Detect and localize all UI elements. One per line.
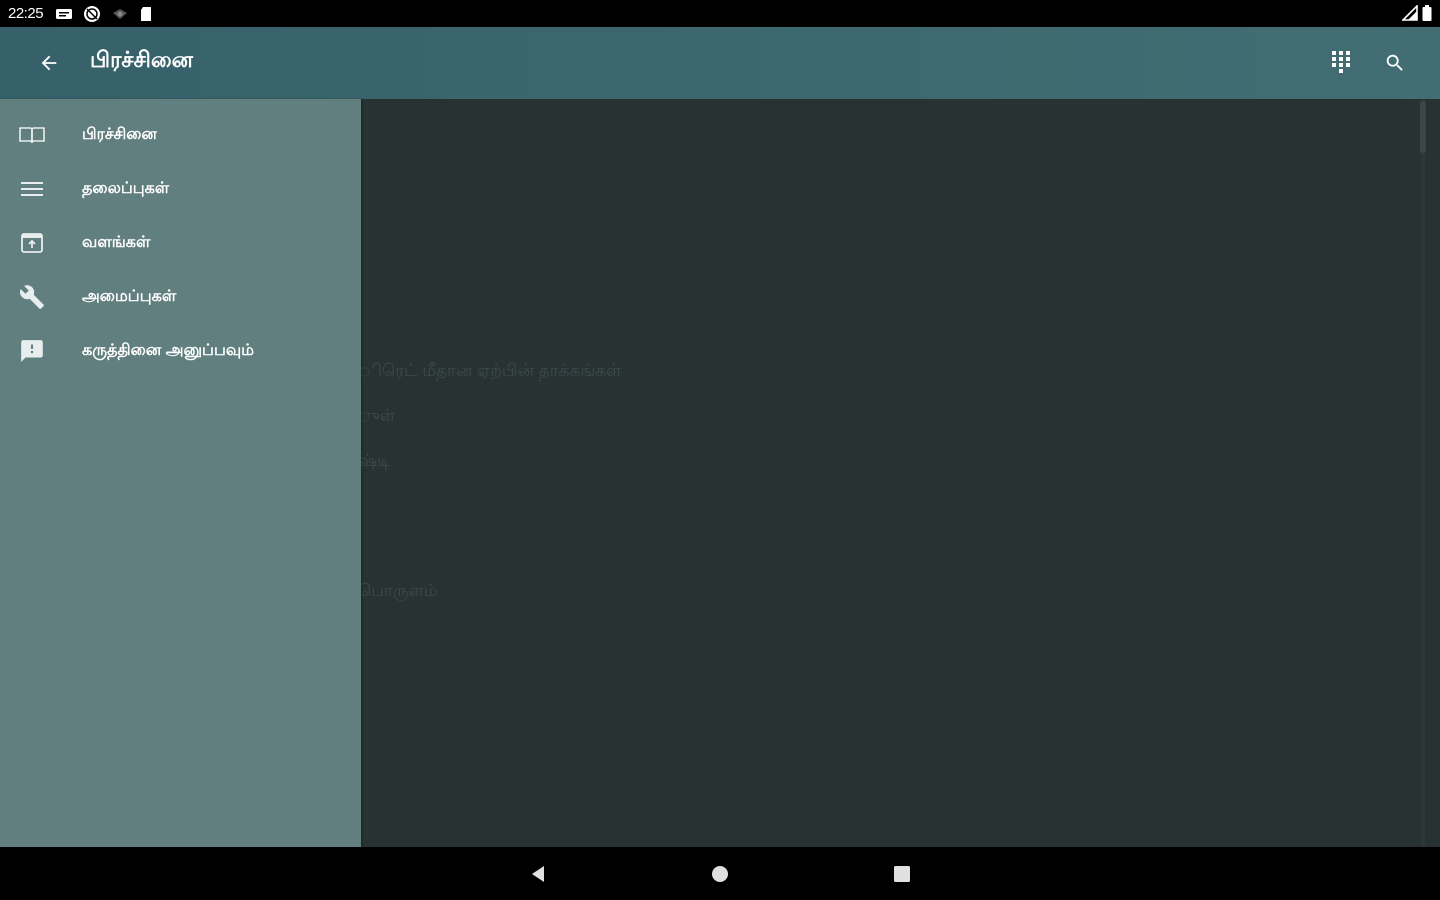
- circle-home-icon: [712, 866, 728, 882]
- dialpad-grid-icon: [1332, 51, 1350, 73]
- battery-icon: [1422, 5, 1432, 21]
- search-icon: [1386, 54, 1403, 71]
- system-nav-bar: [0, 847, 1440, 900]
- back-button[interactable]: [34, 49, 64, 77]
- status-time: 22:25: [8, 5, 44, 22]
- status-bar: 22:25: [0, 0, 1440, 27]
- content-line[interactable]: பொருளம்: [358, 581, 438, 603]
- screen: 22:25 பிரச்சினை ிரெட் மீதான ஏற்பின் தாக்…: [0, 0, 1440, 900]
- drawer-item-label: கருத்தினை அனுப்பவும்: [82, 342, 255, 359]
- status-icons-left: [55, 5, 153, 23]
- drawer-item-label: அமைப்புகள்: [82, 288, 177, 305]
- status-icons-right: [1402, 5, 1432, 21]
- wrench-icon: [18, 283, 46, 311]
- cast-icon: [113, 8, 128, 19]
- app-bar: பிரச்சினை: [0, 27, 1440, 99]
- scroll-track: [1421, 99, 1425, 847]
- sd-card-icon: [141, 6, 152, 21]
- arrow-back-icon: [41, 55, 57, 71]
- list-icon: [18, 175, 46, 203]
- drawer-item-label: வளங்கள்: [82, 234, 151, 251]
- drawer-item-topics[interactable]: தலைப்புகள்: [0, 162, 361, 216]
- drawer-item-settings[interactable]: அமைப்புகள்: [0, 270, 361, 324]
- content-line[interactable]: ஷ்டி: [358, 451, 391, 473]
- book-icon: [18, 121, 46, 149]
- content-line[interactable]: ிரெட் மீதான ஏற்பின் தாக்கங்கள்: [358, 361, 621, 383]
- nav-home-button[interactable]: [705, 859, 735, 889]
- scrollbar[interactable]: [1420, 101, 1426, 153]
- drawer-item-label: தலைப்புகள்: [82, 180, 170, 197]
- content-line[interactable]: ுள்: [358, 406, 395, 428]
- vpn-globe-icon: [84, 5, 101, 22]
- dialpad-button[interactable]: [1326, 48, 1356, 78]
- drawer-item-resources[interactable]: வளங்கள்: [0, 216, 361, 270]
- nav-recents-button[interactable]: [887, 859, 917, 889]
- signal-icon: [1402, 5, 1418, 21]
- search-button[interactable]: [1380, 48, 1410, 78]
- page-title: பிரச்சினை: [90, 47, 193, 72]
- nav-back-button[interactable]: [523, 859, 553, 889]
- triangle-back-icon: [532, 866, 544, 882]
- feedback-icon: [18, 337, 46, 365]
- drawer-item-label: பிரச்சினை: [82, 126, 157, 143]
- drawer-item-feedback[interactable]: கருத்தினை அனுப்பவும்: [0, 324, 361, 378]
- drawer-item-issue[interactable]: பிரச்சினை: [0, 108, 361, 162]
- square-recents-icon: [894, 866, 910, 882]
- message-icon: [56, 8, 73, 19]
- navigation-drawer: பிரச்சினை தலைப்புகள் வளங்கள் அமைப்புகள் …: [0, 99, 361, 847]
- resources-box-icon: [18, 229, 46, 257]
